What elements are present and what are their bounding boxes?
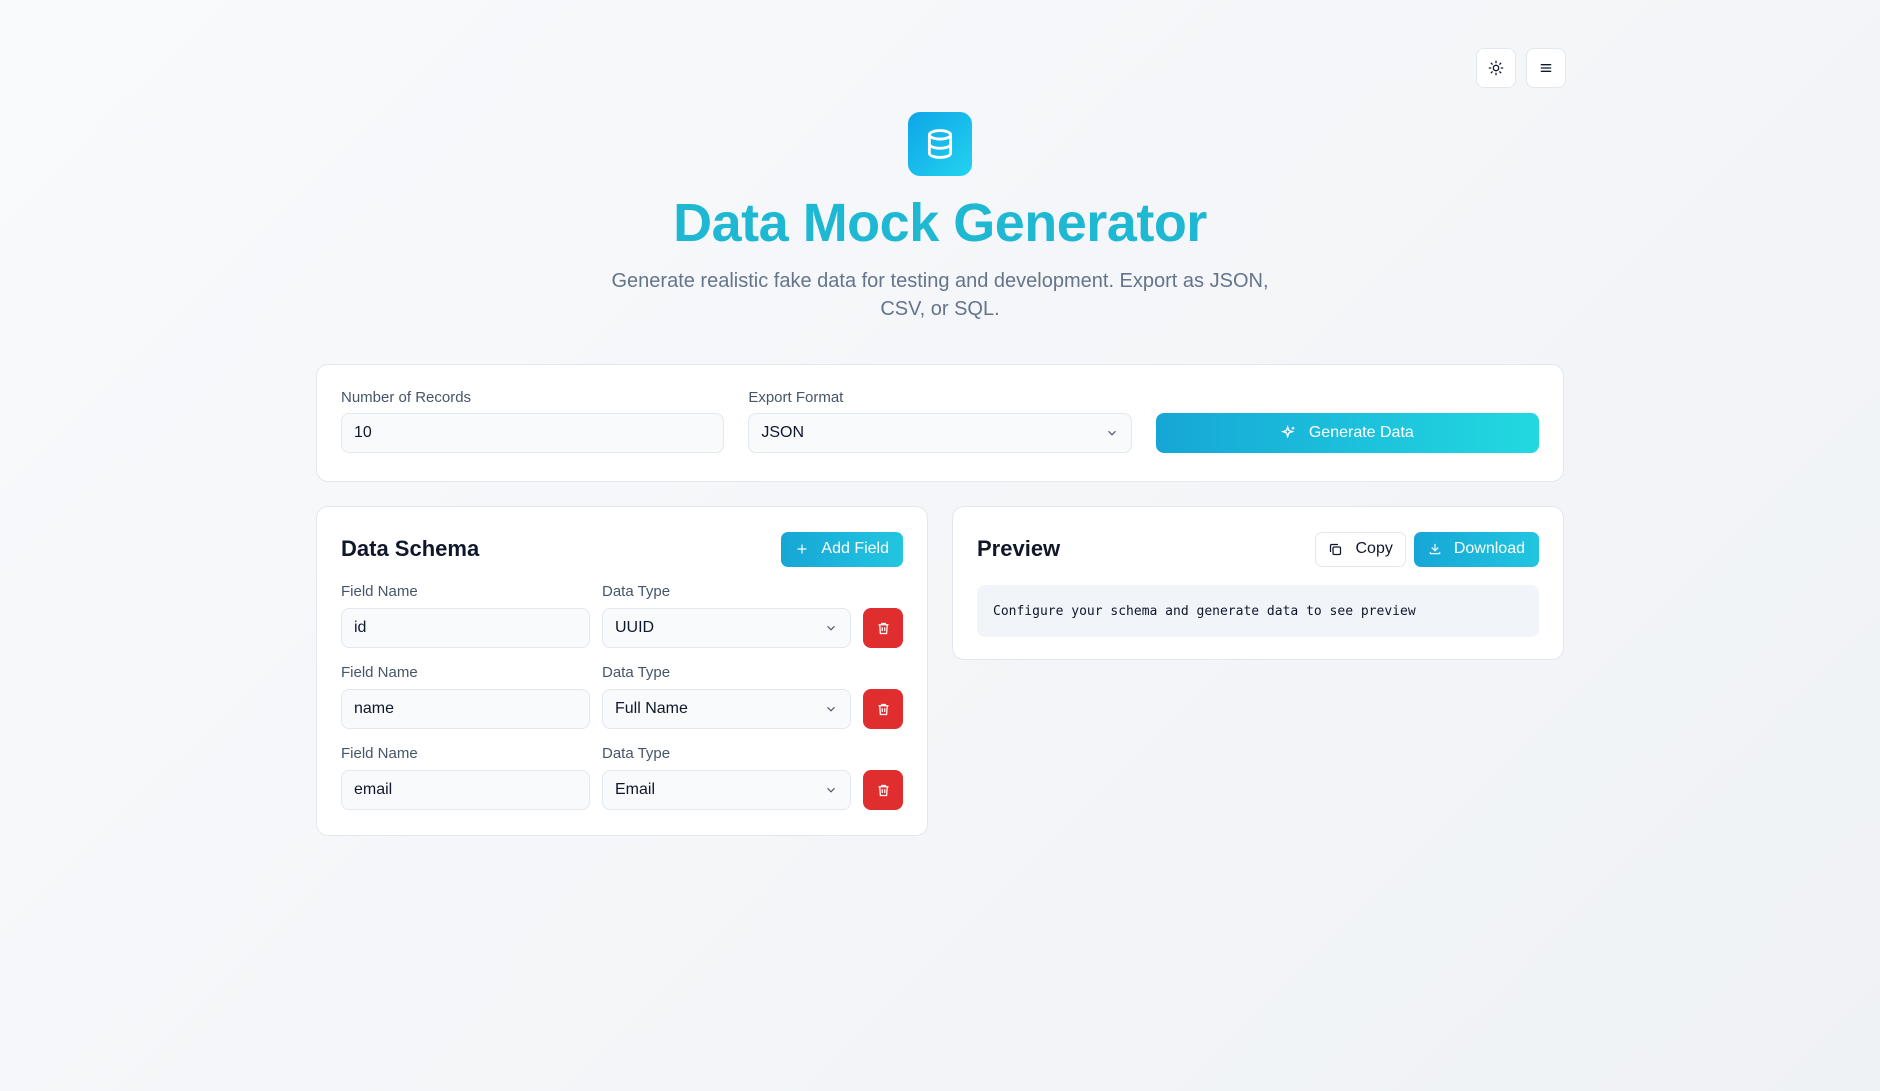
- plus-icon: [797, 544, 808, 554]
- preview-title: Preview: [977, 536, 1061, 561]
- preview-card: Preview Copy Download Configure your sch…: [952, 506, 1564, 660]
- hero: Data Mock Generator Generate realistic f…: [0, 112, 1880, 323]
- field-name-input[interactable]: name: [341, 689, 590, 729]
- field-name-input[interactable]: id: [341, 608, 590, 648]
- data-type-label: Data Type: [602, 664, 671, 681]
- format-value: JSON: [761, 424, 804, 441]
- field-name-value: name: [354, 700, 395, 717]
- preview-header: Preview Copy Download: [977, 531, 1539, 567]
- format-group: Export Format JSON: [748, 389, 1132, 457]
- top-actions: [1476, 48, 1566, 88]
- data-type-select[interactable]: Full Name: [602, 689, 851, 729]
- format-label: Export Format: [748, 389, 844, 406]
- data-type-label: Data Type: [602, 745, 671, 762]
- field-name-label: Field Name: [341, 664, 418, 681]
- trash-icon: [878, 622, 888, 634]
- delete-field-button[interactable]: [863, 770, 903, 810]
- preview-placeholder: Configure your schema and generate data …: [993, 603, 1416, 619]
- data-type-value: Full Name: [615, 700, 688, 717]
- schema-field-row: Field Name email Data Type Email: [341, 745, 903, 810]
- field-name-col: Field Name name: [341, 664, 590, 729]
- menu-icon: [1540, 64, 1552, 72]
- sparkles-icon: [1280, 425, 1295, 439]
- download-icon: [1429, 543, 1441, 555]
- preview-output: Configure your schema and generate data …: [977, 585, 1539, 637]
- add-field-button[interactable]: Add Field: [781, 531, 903, 567]
- copy-button[interactable]: Copy: [1315, 531, 1406, 567]
- data-type-label: Data Type: [602, 583, 671, 600]
- records-label: Number of Records: [341, 389, 472, 406]
- field-name-input[interactable]: email: [341, 770, 590, 810]
- schema-field-row: Field Name name Data Type Full Name: [341, 664, 903, 729]
- field-name-label: Field Name: [341, 745, 418, 762]
- field-name-value: email: [354, 781, 393, 798]
- trash-icon: [878, 703, 888, 715]
- copy-label: Copy: [1355, 540, 1393, 557]
- schema-title: Data Schema: [341, 536, 480, 561]
- schema-card: Data Schema Add Field Field Name id Data…: [316, 506, 928, 836]
- copy-icon: [1330, 543, 1342, 555]
- format-select[interactable]: JSON: [748, 413, 1132, 453]
- data-type-col: Data Type Email: [602, 745, 851, 810]
- trash-icon: [878, 784, 888, 796]
- generate-data-label: Generate Data: [1308, 424, 1414, 441]
- sun-icon: [1488, 60, 1504, 76]
- page-subtitle: Generate realistic fake data for testing…: [611, 270, 1269, 321]
- chevron-down-icon: [1107, 430, 1116, 436]
- data-type-select[interactable]: UUID: [602, 608, 851, 648]
- add-field-label: Add Field: [821, 540, 889, 557]
- menu-button[interactable]: [1526, 48, 1566, 88]
- data-type-col: Data Type Full Name: [602, 664, 851, 729]
- records-value: 10: [354, 424, 372, 441]
- database-icon: [927, 129, 953, 159]
- field-name-col: Field Name email: [341, 745, 590, 810]
- records-input[interactable]: 10: [341, 413, 725, 453]
- preview-actions: Copy Download: [1315, 531, 1539, 567]
- schema-field-row: Field Name id Data Type UUID: [341, 583, 903, 648]
- data-type-select[interactable]: Email: [602, 770, 851, 810]
- field-name-value: id: [354, 619, 367, 636]
- data-type-col: Data Type UUID: [602, 583, 851, 648]
- app-logo: [908, 112, 972, 176]
- generate-group: Generate Data: [1155, 389, 1539, 457]
- records-group: Number of Records 10: [341, 389, 725, 457]
- delete-field-button[interactable]: [863, 689, 903, 729]
- schema-header: Data Schema Add Field: [341, 531, 903, 567]
- field-name-col: Field Name id: [341, 583, 590, 648]
- download-label: Download: [1453, 540, 1525, 557]
- page-title: Data Mock Generator: [673, 193, 1207, 253]
- data-type-value: UUID: [615, 619, 655, 636]
- config-card: Number of Records 10 Export Format JSON …: [316, 364, 1564, 482]
- field-name-label: Field Name: [341, 583, 418, 600]
- chevron-down-icon: [827, 787, 835, 793]
- theme-toggle-button[interactable]: [1476, 48, 1516, 88]
- chevron-down-icon: [827, 625, 835, 631]
- chevron-down-icon: [827, 706, 835, 712]
- download-button[interactable]: Download: [1413, 531, 1539, 567]
- data-type-value: Email: [615, 781, 656, 798]
- delete-field-button[interactable]: [863, 608, 903, 648]
- generate-data-button[interactable]: Generate Data: [1155, 413, 1539, 453]
